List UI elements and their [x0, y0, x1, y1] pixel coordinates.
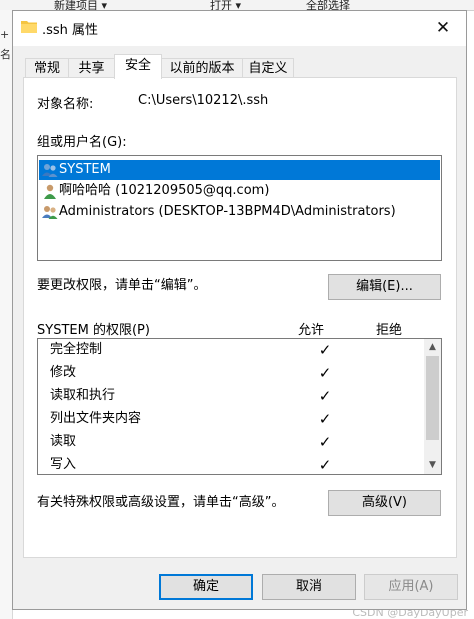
permission-row: 列出文件夹内容 ✓: [50, 408, 331, 430]
edit-button[interactable]: 编辑(E)...: [328, 274, 441, 300]
user-row-system[interactable]: SYSTEM: [39, 160, 440, 180]
group-users-label: 组或用户名(G):: [37, 135, 127, 150]
users-list[interactable]: SYSTEM 啊哈哈哈 (1021209505@qq.com) Administ…: [37, 155, 442, 261]
user-name: 啊哈哈哈 (1021209505@qq.com): [59, 183, 270, 198]
allow-check-icon: ✓: [318, 341, 332, 359]
title-bar: .ssh 属性 ✕: [13, 11, 466, 46]
user-row-administrators[interactable]: Administrators (DESKTOP-13BPM4D\Administ…: [39, 202, 440, 222]
scroll-down-arrow-icon[interactable]: ▼: [424, 457, 441, 474]
scroll-thumb[interactable]: [426, 356, 439, 440]
bg-left-frag-1: +: [0, 28, 10, 41]
tab-security[interactable]: 安全: [114, 54, 162, 79]
permission-name: 修改: [50, 365, 77, 380]
user-icon: [44, 184, 56, 199]
folder-icon: [21, 21, 37, 33]
permission-row: 读取 ✓: [50, 431, 331, 453]
allow-check-icon: ✓: [318, 387, 332, 405]
ok-button[interactable]: 确定: [159, 574, 253, 600]
permission-name: 读取: [50, 434, 77, 449]
allow-column-header: 允许: [298, 323, 325, 338]
scroll-up-arrow-icon[interactable]: ▲: [424, 339, 441, 356]
allow-check-icon: ✓: [318, 433, 332, 451]
advanced-button[interactable]: 高级(V): [328, 490, 441, 516]
permission-row: 写入 ✓: [50, 454, 331, 474]
close-button[interactable]: ✕: [420, 11, 466, 46]
allow-check-icon: ✓: [318, 364, 332, 382]
security-panel: 对象名称: C:\Users\10212\.ssh 组或用户名(G): SYST…: [23, 77, 457, 558]
permissions-scrollbar[interactable]: ▲ ▼: [424, 339, 441, 474]
group-users-icon: [42, 164, 58, 177]
permissions-list[interactable]: 完全控制 ✓ 修改 ✓ 读取和执行 ✓ 列出文件夹内容 ✓ 读取 ✓ 写入 ✓: [37, 338, 442, 475]
user-name: Administrators (DESKTOP-13BPM4D\Administ…: [59, 204, 396, 219]
group-users-icon: [42, 206, 58, 219]
advanced-hint-text: 有关特殊权限或高级设置，请单击“高级”。: [37, 495, 285, 510]
permission-row: 读取和执行 ✓: [50, 385, 331, 407]
permissions-header: SYSTEM 的权限(P): [37, 323, 150, 338]
tab-general[interactable]: 常规: [25, 58, 69, 78]
apply-button[interactable]: 应用(A): [364, 574, 458, 600]
object-name-label: 对象名称:: [37, 97, 94, 112]
tab-previous-versions[interactable]: 以前的版本: [161, 58, 243, 78]
edit-hint-text: 要更改权限，请单击“编辑”。: [37, 278, 207, 293]
user-name: SYSTEM: [59, 162, 111, 177]
cancel-button[interactable]: 取消: [262, 574, 356, 600]
allow-check-icon: ✓: [318, 456, 332, 474]
permission-name: 读取和执行: [50, 388, 116, 403]
allow-check-icon: ✓: [318, 410, 332, 428]
user-row-personal[interactable]: 啊哈哈哈 (1021209505@qq.com): [39, 181, 440, 201]
permission-name: 列出文件夹内容: [50, 411, 142, 426]
dialog-title: .ssh 属性: [42, 23, 99, 38]
permission-row: 完全控制 ✓: [50, 339, 331, 361]
properties-dialog: .ssh 属性 ✕ 常规 共享 安全 以前的版本 自定义 对象名称: C:\Us…: [12, 10, 467, 610]
permission-name: 写入: [50, 457, 77, 472]
deny-column-header: 拒绝: [376, 323, 403, 338]
tab-sharing[interactable]: 共享: [68, 58, 115, 78]
permission-row: 修改 ✓: [50, 362, 331, 384]
object-name-value: C:\Users\10212\.ssh: [138, 93, 269, 108]
tab-customize[interactable]: 自定义: [242, 58, 294, 78]
permission-name: 完全控制: [50, 342, 103, 357]
bg-left-frag-2: 名: [0, 48, 11, 61]
